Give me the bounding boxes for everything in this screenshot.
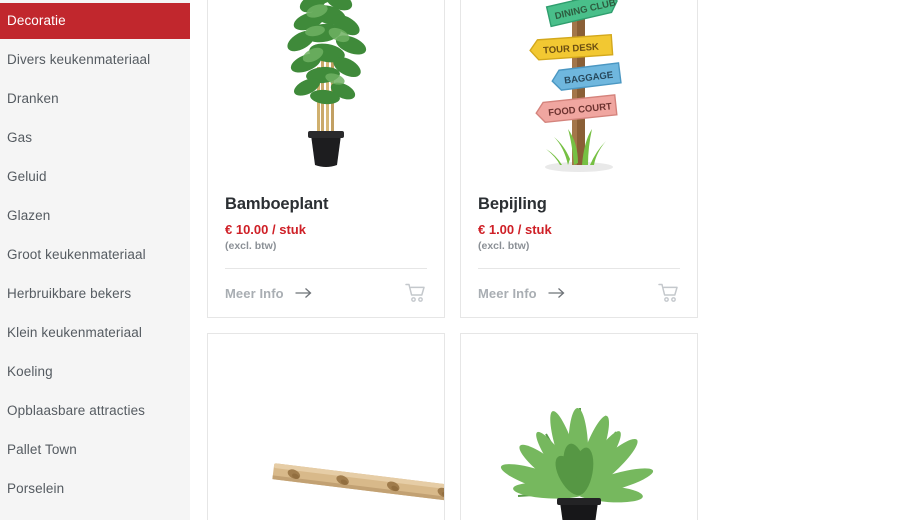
sidebar-item-label: Klein keukenmateriaal <box>7 325 142 340</box>
product-card-footer: Meer Info <box>225 268 427 317</box>
product-vat-note: (excl. btw) <box>225 240 277 253</box>
wooden-coat-rack-image <box>208 334 444 520</box>
category-sidebar: Decoratie Divers keukenmateriaal Dranken… <box>0 0 190 520</box>
sidebar-item-porselein[interactable]: Porselein <box>0 471 190 507</box>
more-info-link[interactable]: Meer Info <box>225 286 312 301</box>
sidebar-item-dranken[interactable]: Dranken <box>0 81 190 117</box>
sidebar-item-sportmateriaal[interactable]: Sportmateriaal <box>0 510 190 520</box>
sidebar-item-label: Glazen <box>7 208 51 223</box>
sidebar-item-label: Gas <box>7 130 33 145</box>
product-catalog-page: Decoratie Divers keukenmateriaal Dranken… <box>0 0 904 520</box>
product-card[interactable]: DINING CLUB TOUR DESK BAGGAGE FOOD COURT… <box>460 0 698 319</box>
arrow-right-icon <box>295 287 312 299</box>
sidebar-item-label: Dranken <box>7 91 59 106</box>
signpost-image: DINING CLUB TOUR DESK BAGGAGE FOOD COURT <box>461 0 697 181</box>
product-info: Bamboeplant € 10.00 / stuk (excl. btw) <box>208 181 444 252</box>
sidebar-item-label: Groot keukenmateriaal <box>7 247 146 262</box>
sidebar-item-label: Pallet Town <box>7 442 77 457</box>
add-to-cart-button[interactable] <box>405 283 427 303</box>
more-info-label: Meer Info <box>478 285 537 301</box>
product-grid-area: Bamboeplant € 10.00 / stuk (excl. btw) M… <box>190 0 904 520</box>
category-list: Decoratie Divers keukenmateriaal Dranken… <box>0 3 190 520</box>
sidebar-item-label: Divers keukenmateriaal <box>7 52 151 67</box>
product-price: € 1.00 / stuk <box>478 222 552 238</box>
product-info: Bepijling € 1.00 / stuk (excl. btw) <box>461 181 697 252</box>
product-card[interactable] <box>460 333 698 520</box>
sidebar-item-herbruikbare-bekers[interactable]: Herbruikbare bekers <box>0 276 190 312</box>
sidebar-item-decoratie[interactable]: Decoratie <box>0 3 190 39</box>
fern-plant-image <box>461 334 697 520</box>
sidebar-item-label: Decoratie <box>7 13 66 28</box>
more-info-label: Meer Info <box>225 285 284 301</box>
sidebar-item-divers-keukenmateriaal[interactable]: Divers keukenmateriaal <box>0 42 190 78</box>
sidebar-item-koeling[interactable]: Koeling <box>0 354 190 390</box>
sidebar-item-label: Herbruikbare bekers <box>7 286 132 301</box>
sidebar-item-opblaasbare-attracties[interactable]: Opblaasbare attracties <box>0 393 190 429</box>
product-vat-note: (excl. btw) <box>478 240 530 253</box>
sidebar-item-groot-keukenmateriaal[interactable]: Groot keukenmateriaal <box>0 237 190 273</box>
sidebar-item-label: Geluid <box>7 169 47 184</box>
sidebar-item-label: Porselein <box>7 481 65 496</box>
sidebar-item-pallet-town[interactable]: Pallet Town <box>0 432 190 468</box>
sidebar-item-geluid[interactable]: Geluid <box>0 159 190 195</box>
product-card-footer: Meer Info <box>478 268 680 317</box>
sidebar-item-gas[interactable]: Gas <box>0 120 190 156</box>
product-card[interactable]: Kapstok hout € 1.00 / stuk (excl. btw) M… <box>207 333 445 520</box>
bamboo-plant-image <box>208 0 444 181</box>
product-grid: Bamboeplant € 10.00 / stuk (excl. btw) M… <box>207 0 904 520</box>
product-price: € 10.00 / stuk <box>225 222 306 238</box>
add-to-cart-button[interactable] <box>658 283 680 303</box>
sidebar-item-klein-keukenmateriaal[interactable]: Klein keukenmateriaal <box>0 315 190 351</box>
sidebar-item-label: Koeling <box>7 364 53 379</box>
product-card[interactable]: Bamboeplant € 10.00 / stuk (excl. btw) M… <box>207 0 445 319</box>
arrow-right-icon <box>548 287 565 299</box>
product-title: Bepijling <box>478 195 547 213</box>
sidebar-item-glazen[interactable]: Glazen <box>0 198 190 234</box>
more-info-link[interactable]: Meer Info <box>478 286 565 301</box>
sidebar-item-label: Opblaasbare attracties <box>7 403 146 418</box>
product-title: Bamboeplant <box>225 195 329 213</box>
